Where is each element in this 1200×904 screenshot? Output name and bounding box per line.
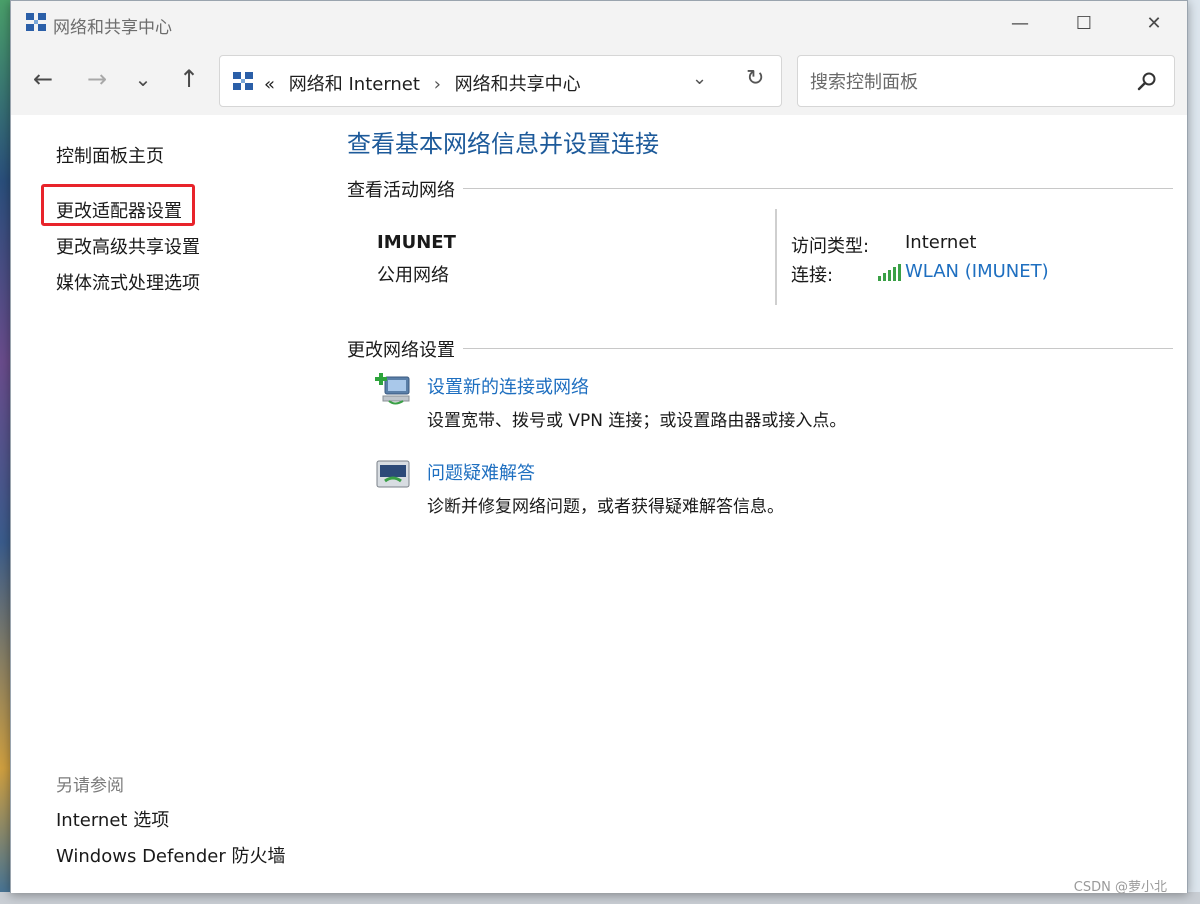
close-icon: ✕ (1146, 12, 1162, 34)
troubleshoot-icon (376, 460, 410, 488)
sidebar-item-advanced-sharing-settings[interactable]: 更改高级共享设置 (56, 233, 200, 259)
network-name: IMUNET (377, 232, 456, 253)
close-button[interactable]: ✕ (1123, 1, 1185, 45)
arrow-right-icon: → (86, 65, 108, 93)
up-button[interactable]: ↑ (171, 61, 207, 97)
access-type-value: Internet (905, 232, 977, 253)
change-network-settings-heading: 更改网络设置 (347, 336, 463, 362)
search-box[interactable] (797, 55, 1175, 107)
new-connection-icon (375, 373, 410, 405)
maximize-button[interactable]: ☐ (1053, 1, 1115, 45)
network-category: 公用网络 (377, 265, 449, 286)
breadcrumb: « 网络和 Internet › 网络和共享中心 (264, 70, 581, 96)
sidebar-item-control-panel-home[interactable]: 控制面板主页 (56, 142, 164, 168)
window-title: 网络和共享中心 (53, 18, 172, 38)
troubleshoot-description: 诊断并修复网络问题，或者获得疑难解答信息。 (427, 497, 784, 517)
see-also-heading: 另请参阅 (56, 776, 124, 796)
wifi-signal-icon (878, 264, 901, 281)
minimize-icon: — (1011, 12, 1029, 34)
network-sharing-center-window: 网络和共享中心 — ☐ ✕ ← → ⌄ ↑ « 网络和 Internet › 网… (10, 0, 1188, 895)
network-center-icon (233, 72, 253, 90)
sidebar-item-change-adapter-settings[interactable]: 更改适配器设置 (56, 197, 182, 223)
chevron-down-icon: ⌄ (134, 67, 152, 91)
title-bar[interactable]: 网络和共享中心 — ☐ ✕ (11, 1, 1187, 45)
connections-label: 连接: (791, 265, 834, 286)
address-bar[interactable]: « 网络和 Internet › 网络和共享中心 ⌄ ↻ (219, 55, 782, 107)
address-history-button[interactable]: ⌄ (692, 68, 716, 92)
watermark-text: CSDN @萝小北 (1073, 880, 1167, 895)
breadcrumb-item-sharing-center[interactable]: 网络和共享中心 (455, 74, 581, 95)
sidebar-item-internet-options[interactable]: Internet 选项 (56, 806, 169, 832)
maximize-icon: ☐ (1075, 12, 1093, 34)
desktop-background-bottom (0, 892, 1200, 904)
section-divider (461, 188, 1173, 189)
sidebar-item-windows-defender-firewall[interactable]: Windows Defender 防火墙 (56, 842, 285, 868)
breadcrumb-overflow[interactable]: « (264, 74, 275, 95)
wlan-connection-link[interactable]: WLAN (IMUNET) (905, 261, 1049, 282)
active-networks-heading: 查看活动网络 (347, 176, 463, 202)
setup-new-connection-description: 设置宽带、拨号或 VPN 连接；或设置路由器或接入点。 (427, 411, 847, 431)
chevron-down-icon: ⌄ (692, 68, 708, 89)
network-divider (775, 209, 777, 305)
search-input[interactable] (808, 68, 1112, 96)
page-title: 查看基本网络信息并设置连接 (347, 130, 659, 158)
refresh-button[interactable]: ↻ (746, 66, 774, 94)
access-type-label: 访问类型: (791, 236, 870, 257)
arrow-left-icon: ← (32, 65, 54, 93)
arrow-up-icon: ↑ (178, 65, 200, 93)
minimize-button[interactable]: — (989, 1, 1051, 45)
desktop-background-right (1188, 0, 1200, 904)
sidebar-item-media-streaming-options[interactable]: 媒体流式处理选项 (56, 269, 200, 295)
forward-button[interactable]: → (79, 61, 115, 97)
network-center-icon (26, 13, 46, 31)
recent-locations-button[interactable]: ⌄ (125, 61, 161, 97)
breadcrumb-item-network-internet[interactable]: 网络和 Internet (289, 74, 420, 95)
search-icon[interactable] (1136, 70, 1158, 92)
breadcrumb-separator-icon: › (433, 74, 441, 95)
content-area: 控制面板主页 更改适配器设置 更改高级共享设置 媒体流式处理选项 另请参阅 In… (11, 115, 1187, 895)
troubleshoot-link[interactable]: 问题疑难解答 (427, 459, 535, 485)
refresh-icon: ↻ (746, 66, 765, 91)
section-divider (461, 348, 1173, 349)
navigation-bar: ← → ⌄ ↑ « 网络和 Internet › 网络和共享中心 ⌄ ↻ (11, 45, 1187, 115)
back-button[interactable]: ← (25, 61, 61, 97)
setup-new-connection-link[interactable]: 设置新的连接或网络 (427, 373, 589, 399)
